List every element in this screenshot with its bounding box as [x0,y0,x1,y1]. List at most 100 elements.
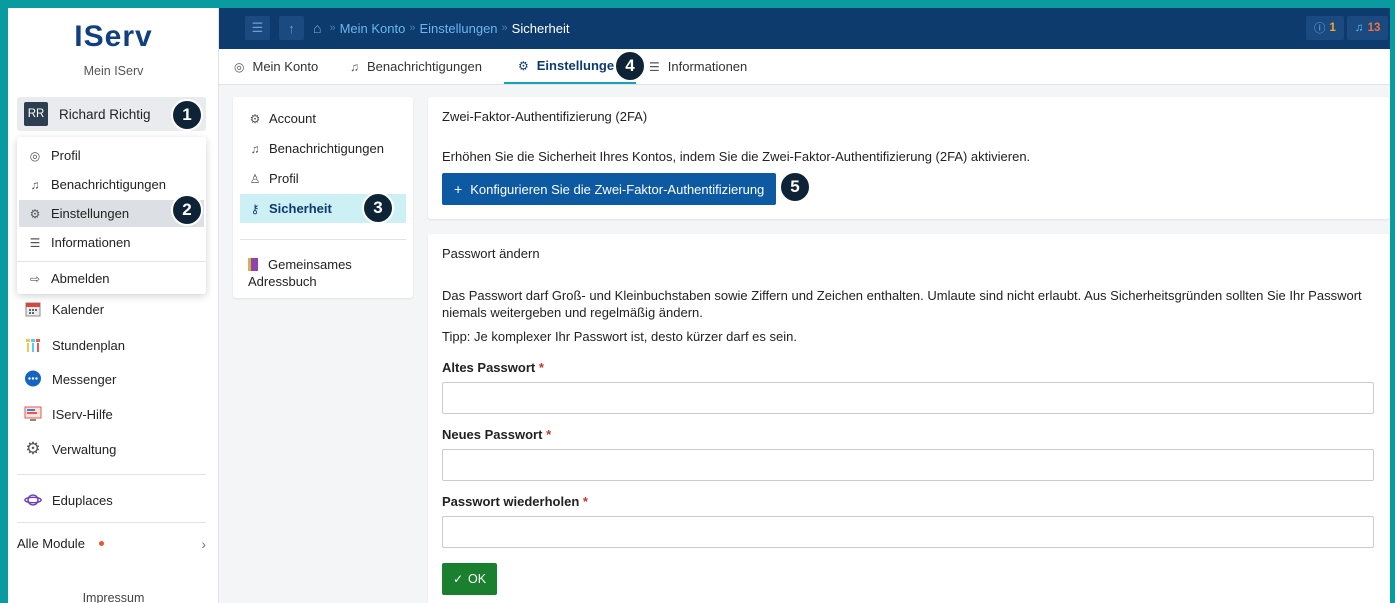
module-verwaltung[interactable]: ⚙ Verwaltung [24,438,116,460]
old-password-label: Altes Passwort * [442,360,544,375]
list-icon: ☰ [649,59,660,74]
configure-2fa-button[interactable]: + Konfigurieren Sie die Zwei-Faktor-Auth… [442,173,777,205]
key-icon: ⚷ [250,201,260,216]
dropdown-item-abmelden[interactable]: ⇨ Abmelden [19,265,204,292]
sidebar: IServ Mein IServ RR Richard Richtig ◎ Pr… [8,8,219,603]
chat-bubble-icon [24,370,42,388]
module-label: Eduplaces [52,492,113,508]
settings-nav-label: Benachrichtigungen [269,141,384,156]
tab-informationen[interactable]: ☰ Informationen [649,49,747,84]
all-modules-toggle[interactable]: Alle Module › [17,535,206,552]
planet-icon [24,491,42,509]
calendar-icon [24,300,42,318]
new-password-label: Neues Passwort * [442,427,551,442]
step-marker-4: 4 [614,50,646,82]
tab-label: Benachrichtigungen [367,59,482,74]
repeat-password-label: Passwort wiederholen * [442,494,588,509]
module-label: Messenger [52,371,117,387]
bell-icon: ♫ [350,59,359,74]
settings-nav-label: Account [269,111,316,126]
module-eduplaces[interactable]: Eduplaces [24,489,113,511]
menu-toggle-button[interactable]: ☰ [245,16,270,40]
required-mark: * [538,360,544,375]
step-marker-1: 1 [171,99,203,131]
sidebar-subtitle[interactable]: Mein IServ [8,64,219,78]
info-badge-button[interactable]: ⓘ 1 [1306,16,1344,40]
required-mark: * [546,427,552,442]
breadcrumb: ⌂ » Mein Konto » Einstellungen » Sicherh… [313,20,569,36]
settings-nav-label: Profil [269,171,299,186]
module-messenger[interactable]: Messenger [24,368,116,390]
tab-mein-konto[interactable]: ◎ Mein Konto [234,49,318,84]
timetable-icon [24,336,42,354]
notifications-badge-button[interactable]: ♫ 13 [1347,16,1389,40]
gear-icon: ⚙ [518,58,529,73]
breadcrumb-separator: » [409,22,416,34]
settings-nav-benachrichtigungen[interactable]: ♫ Benachrichtigungen [240,134,406,163]
field-label-text: Neues Passwort [442,427,543,442]
hamburger-icon: ☰ [251,20,264,35]
repeat-password-input[interactable] [442,516,1374,548]
twofa-card: Zwei-Faktor-Authentifizierung (2FA) Erhö… [428,97,1390,219]
navigate-up-button[interactable]: ↑ [279,16,304,40]
user-icon: ♙ [249,171,261,186]
ok-button[interactable]: ✓ OK [442,563,497,595]
twofa-title: Zwei-Faktor-Authentifizierung (2FA) [442,109,648,124]
impressum-link[interactable]: Impressum [8,591,219,603]
password-card: Passwort ändern Das Passwort darf Groß- … [428,234,1390,603]
ok-label: OK [468,572,487,586]
info-count: 1 [1329,22,1336,34]
module-label: Verwaltung [52,441,117,457]
dropdown-item-label: Benachrichtigungen [51,177,166,192]
gear-icon: ⚙ [25,439,41,458]
settings-nav-label: Gemeinsames Adressbuch [248,257,352,289]
twofa-description: Erhöhen Sie die Sicherheit Ihres Kontos,… [442,149,1031,164]
chevron-right-icon: › [201,535,206,552]
field-label-text: Passwort wiederholen [442,494,580,509]
module-label: Kalender [52,301,105,317]
tab-benachrichtigungen[interactable]: ♫ Benachrichtigungen [350,49,482,84]
dropdown-item-informationen[interactable]: ☰ Informationen [19,229,204,256]
tab-label: Informationen [667,59,748,74]
module-stundenplan[interactable]: Stundenplan [24,334,125,356]
settings-nav-divider [240,239,406,240]
notification-count: 13 [1367,22,1381,34]
dropdown-divider [17,261,206,262]
gear-icon: ⚙ [29,206,41,221]
step-marker-2: 2 [171,194,203,226]
gear-icon: ⚙ [249,111,261,126]
help-screen-icon [24,405,42,423]
breadcrumb-sicherheit: Sicherheit [511,20,570,36]
user-circle-icon: ◎ [29,148,41,163]
old-password-input[interactable] [442,382,1374,414]
step-marker-5: 5 [779,171,811,203]
settings-nav-addressbook[interactable]: Gemeinsames Adressbuch [248,256,398,290]
dropdown-item-profil[interactable]: ◎ Profil [19,142,204,169]
notification-dot [98,541,104,546]
home-icon[interactable]: ⌂ [313,20,321,36]
tab-bar: ◎ Mein Konto ♫ Benachrichtigungen ⚙ Eins… [219,49,1390,85]
dropdown-item-label: Einstellungen [51,206,130,221]
module-label: IServ-Hilfe [52,406,113,422]
avatar: RR [24,102,48,126]
all-modules-label: Alle Module [17,536,85,551]
addressbook-icon [248,258,258,271]
bell-icon: ♫ [250,141,260,156]
info-icon: ⓘ [1314,23,1326,35]
settings-nav-account[interactable]: ⚙ Account [240,104,406,133]
user-circle-icon: ◎ [234,59,245,74]
new-password-input[interactable] [442,449,1374,481]
dropdown-item-benachrichtigungen[interactable]: ♫ Benachrichtigungen [19,171,204,198]
configure-2fa-label: Konfigurieren Sie die Zwei-Faktor-Authen… [470,181,765,197]
settings-nav-profil[interactable]: ♙ Profil [240,164,406,193]
breadcrumb-einstellungen[interactable]: Einstellungen [419,21,497,36]
breadcrumb-mein-konto[interactable]: Mein Konto [340,21,406,36]
top-bar: ☰ ↑ ⌂ » Mein Konto » Einstellungen » Sic… [219,8,1390,49]
iserv-logo[interactable]: IServ [8,22,219,52]
tab-label: Einstellungen [536,58,622,73]
module-kalender[interactable]: Kalender [24,298,104,320]
dropdown-item-label: Profil [51,148,81,163]
password-description: Das Passwort darf Groß- und Kleinbuchsta… [442,288,1362,320]
module-iserv-hilfe[interactable]: IServ-Hilfe [24,403,113,425]
bell-icon: ♫ [30,177,40,192]
